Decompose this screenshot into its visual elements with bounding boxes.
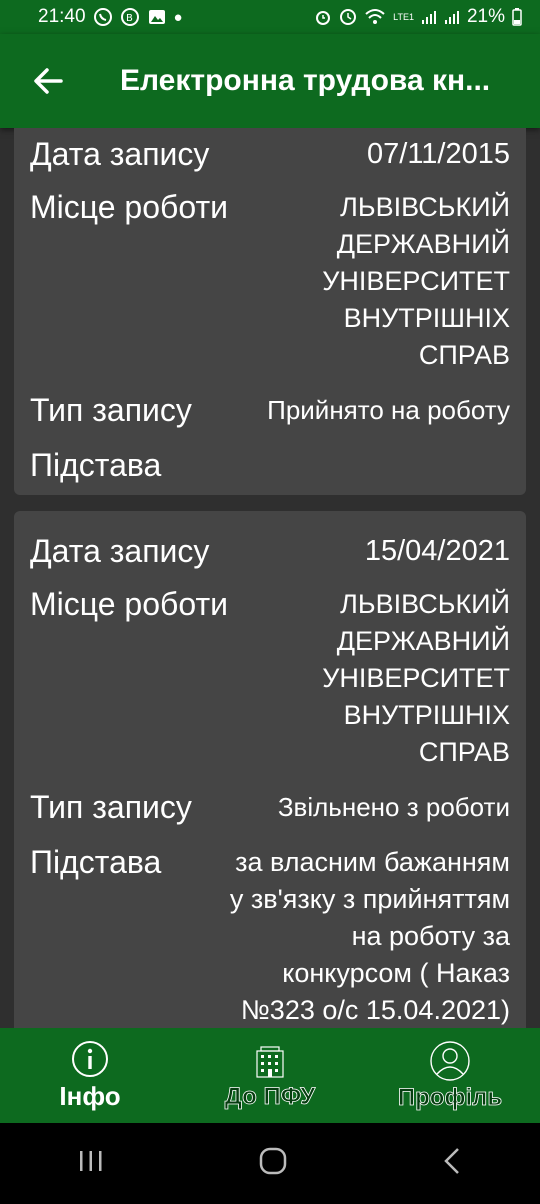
home-icon	[259, 1147, 287, 1175]
type-label: Тип запису	[30, 392, 192, 428]
record-card: Дата запису 07/11/2015 Місце роботи ЛЬВІ…	[14, 128, 526, 495]
recent-apps-icon	[80, 1151, 102, 1171]
basis-value: за власним бажанням у зв'язку з прийнятт…	[229, 847, 510, 1025]
arrow-left-icon	[34, 68, 63, 94]
nav-item-info[interactable]: Інфо	[0, 1039, 180, 1112]
recent-apps-button[interactable]	[76, 1148, 106, 1179]
home-button[interactable]	[258, 1146, 288, 1181]
type-value: Прийнято на роботу	[267, 395, 510, 425]
clock-icon	[340, 9, 357, 25]
whatsapp-business-icon: B	[120, 8, 139, 26]
battery-icon	[512, 8, 522, 26]
place-label: Місце роботи	[30, 189, 228, 225]
info-icon	[72, 1041, 108, 1077]
status-bar: 21:40 B ● LTE1 21%	[0, 0, 540, 34]
nav-item-pfu[interactable]: До ПФУ	[180, 1041, 360, 1111]
place-value: ЛЬВІВСЬКИЙ ДЕРЖАВНИЙ УНІВЕРСИТЕТ ВНУТРІШ…	[322, 192, 510, 370]
user-icon	[430, 1040, 470, 1081]
chevron-left-icon	[444, 1148, 459, 1174]
page-title: Електронна трудова кн...	[120, 64, 491, 97]
date-value: 07/11/2015	[367, 138, 510, 170]
nav-label-pfu: До ПФУ	[224, 1082, 316, 1110]
records-list[interactable]: Дата запису 07/11/2015 Місце роботи ЛЬВІ…	[0, 128, 540, 1028]
whatsapp-icon	[93, 8, 112, 26]
nav-label-info: Інфо	[59, 1081, 121, 1111]
system-back-button[interactable]	[440, 1146, 464, 1181]
place-value: ЛЬВІВСЬКИЙ ДЕРЖАВНИЙ УНІВЕРСИТЕТ ВНУТРІШ…	[322, 589, 510, 767]
status-time: 21:40	[38, 6, 86, 27]
nav-item-profile[interactable]: Профіль	[360, 1040, 540, 1112]
basis-label: Підстава	[30, 844, 162, 880]
date-value: 15/04/2021	[364, 535, 510, 567]
date-label: Дата запису	[30, 136, 210, 172]
signal-2-icon	[444, 11, 459, 24]
svg-text:B: B	[126, 13, 133, 24]
gallery-icon	[148, 10, 165, 24]
system-navigation-bar	[0, 1123, 540, 1204]
type-label: Тип запису	[30, 789, 192, 825]
back-button[interactable]	[24, 57, 72, 105]
app-bar: Електронна трудова кн...	[0, 34, 540, 128]
place-label: Місце роботи	[30, 586, 228, 622]
bottom-navigation: Інфо До ПФУ Профіль	[0, 1028, 540, 1123]
type-value: Звільнено з роботи	[277, 792, 510, 822]
basis-label: Підстава	[30, 447, 162, 483]
signal-icon	[421, 11, 436, 24]
building-icon	[256, 1045, 284, 1078]
alarm-icon	[316, 11, 331, 25]
record-card: Дата запису 15/04/2021 Місце роботи ЛЬВІ…	[14, 511, 526, 1028]
nav-label-profile: Профіль	[397, 1083, 503, 1111]
date-label: Дата запису	[30, 533, 210, 569]
volte-indicator: LTE1	[393, 11, 414, 22]
wifi-icon	[365, 9, 385, 24]
notification-dot-icon: ●	[173, 8, 183, 26]
battery-percent: 21%	[466, 6, 505, 27]
